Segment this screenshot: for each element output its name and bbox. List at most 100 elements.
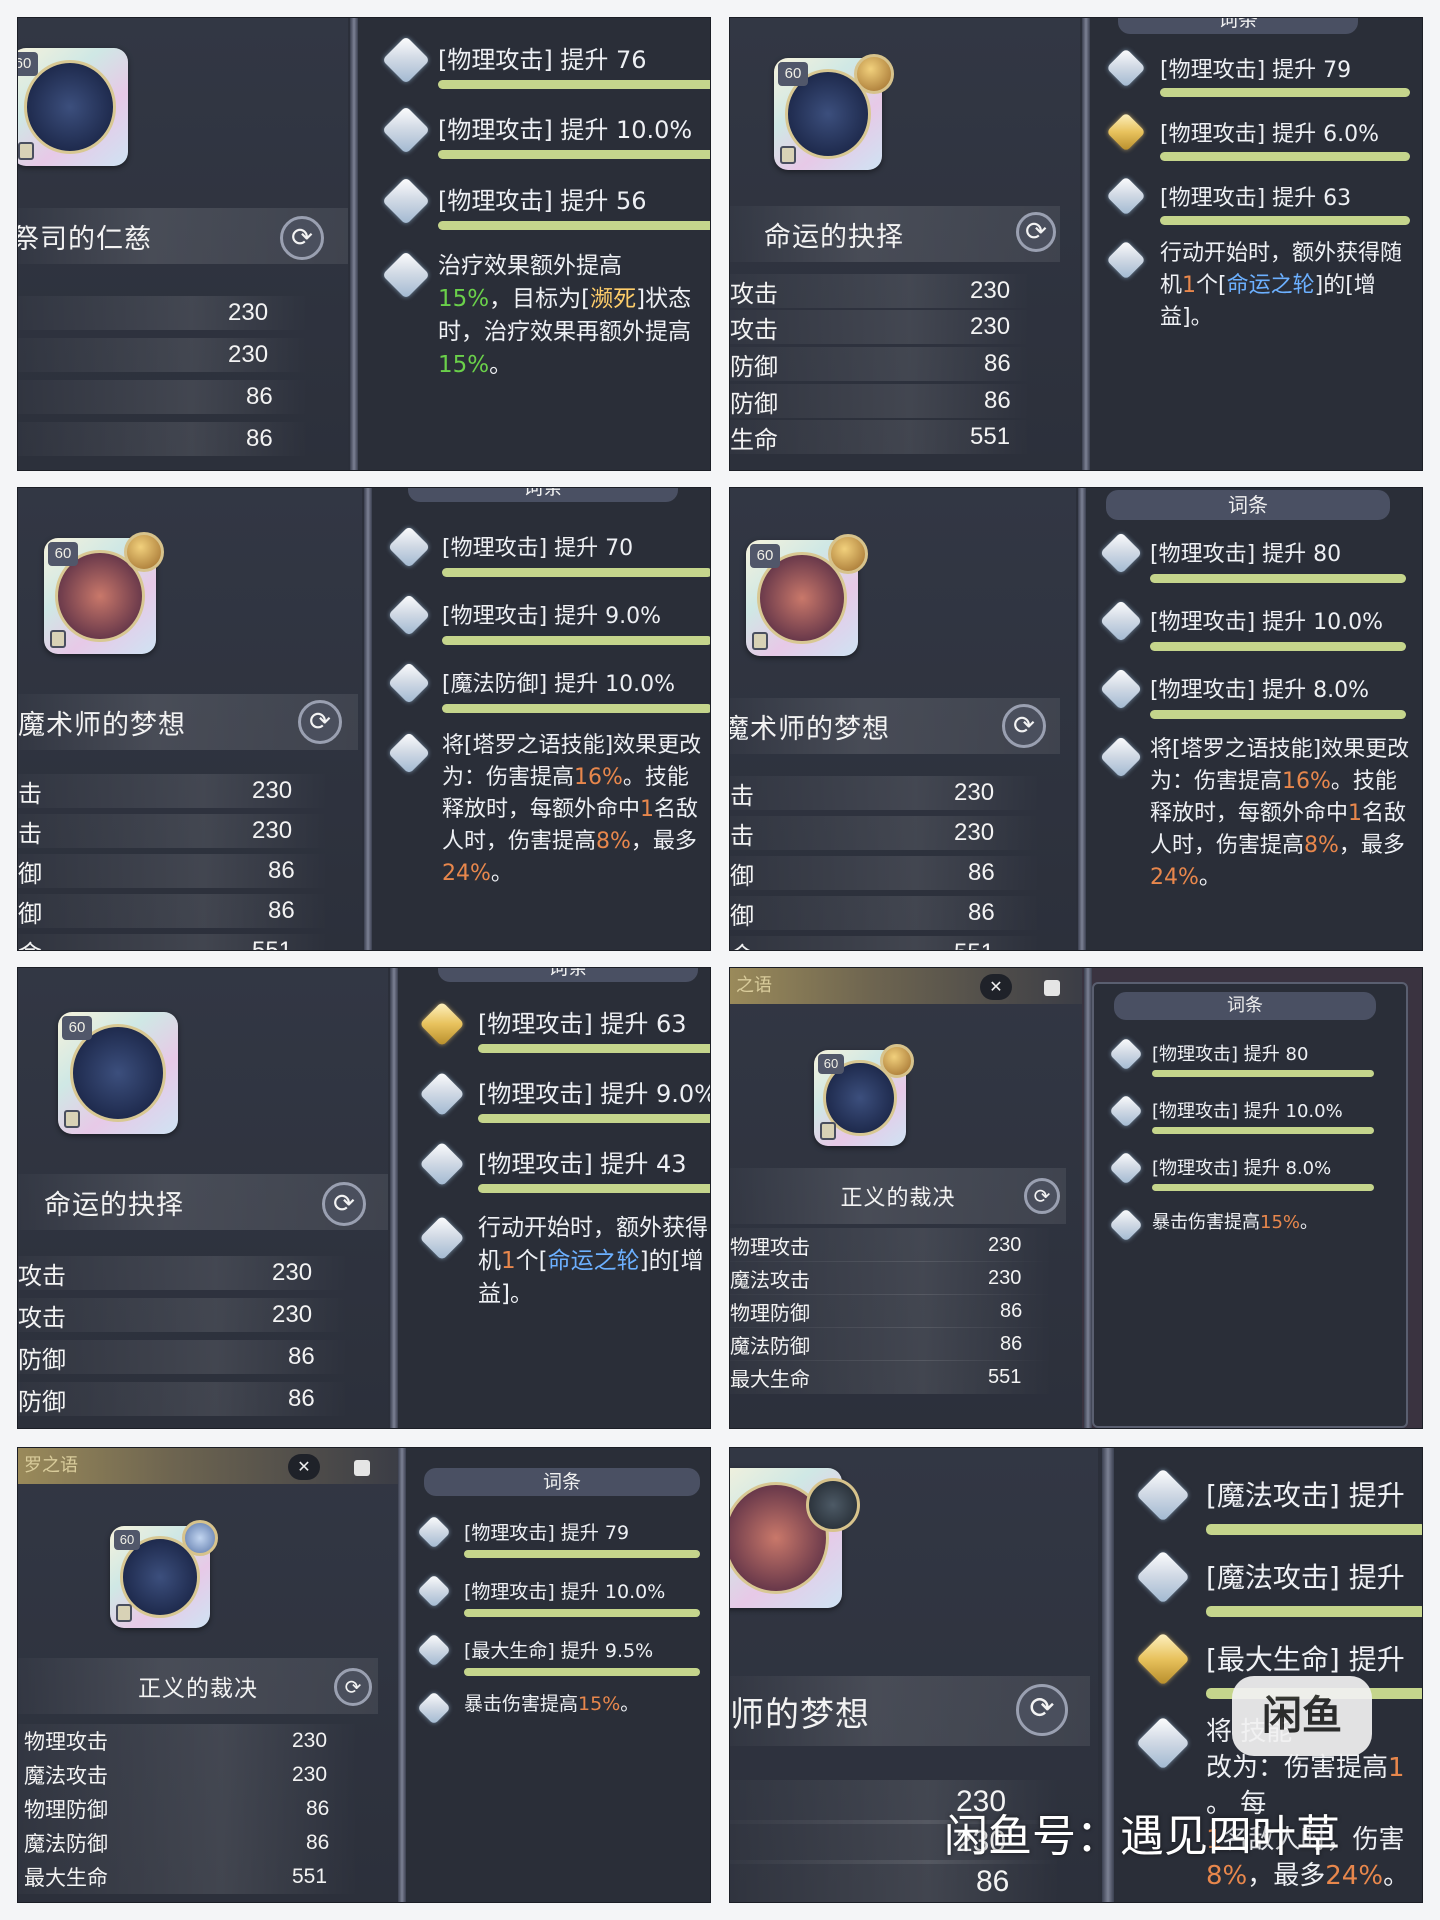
character-avatar [828,534,868,574]
affix-bar [442,704,710,713]
affix-bar [1150,642,1406,651]
lock-icon [18,142,34,160]
affix-bar [478,1184,710,1193]
affix-bar [1152,1070,1374,1077]
affix-gem-icon [387,731,431,775]
lock-icon [50,630,66,648]
stat-row: 御 86 [730,896,1040,930]
panel-7: 罗之语 ✕ 60 正义的裁决 ⟳ 物理攻击 230 魔法攻击 230 物理防御 86 … [18,1448,710,1902]
affix-bar [1206,1606,1422,1617]
character-avatar [124,532,164,572]
affix-description: 治疗效果额外提高 15%，目标为[濒死]状态 时，治疗效果再额外提高 15%。 [438,253,692,378]
stat-row: 击 230 [730,816,1040,850]
item-name: 祭司的仁慈 [18,223,152,255]
affix-gem-icon [1106,112,1146,152]
affix-header-tab: 词条 [438,968,698,982]
affix-description: 将[塔罗之语技能]效果更改为：伤害提高16%。技能释放时，每额外命中1名敌人时，… [1150,737,1410,890]
panel-2: 60 命运的抉择 ⟳ 攻击 230 攻击 230 防御 86 防御 86 生命 551 词… [730,18,1422,470]
item-name: 命运的抉择 [44,1189,184,1221]
affix-bar [478,1114,710,1123]
panel-divider [1084,968,1092,1428]
affix-gem-icon [1136,1716,1190,1770]
affix-gem-icon [387,593,431,637]
item-info: 60 命运的抉择 ⟳ 攻击 230 攻击 230 防御 86 防御 86 [18,968,388,1428]
item-info: 之语 ✕ 60 正义的裁决 ⟳ 物理攻击 230 魔法攻击 230 物理防御 86 魔… [730,968,1082,1428]
affix-bar [464,1550,700,1558]
refresh-button[interactable]: ⟳ [1016,212,1056,252]
affix-description: 将[塔罗之语技能]效果更改为：伤害提高16%。技能释放时，每额外命中1名敌人时，… [442,733,702,886]
affix-gem-icon [1109,1037,1143,1071]
affix-line: [物理攻击] 提升 79 [464,1522,630,1544]
stat-row: 防御 86 [730,347,1030,381]
stat-row: 魔法防御 86 [730,1327,1052,1361]
affix-gem-icon [381,250,431,300]
affix-line: [物理攻击] 提升 9.0% [478,1080,710,1108]
item-name: 师的梦想 [730,1694,870,1735]
affix-line: [物理攻击] 提升 10.0% [1150,610,1384,635]
item-card[interactable]: 60 [58,1012,178,1134]
stat-row: 86 [18,380,308,414]
panel-divider [350,18,358,470]
character-avatar [182,1520,218,1556]
panel-4: 60 魔术师的梦想 ⟳ 击230 击230 御86 御86 命551 词条 [物… [730,488,1422,950]
affix-line: [物理攻击] 提升 63 [478,1010,687,1038]
stat-row: 防御 86 [18,1340,348,1374]
stat-row: 230 [18,296,308,330]
refresh-button[interactable]: ⟳ [1016,1684,1068,1736]
affix-line: [最大生命] 提升 9.5% [464,1640,654,1662]
affix-gem-icon [1109,1208,1143,1242]
item-info: 60 祭司的仁慈 ⟳ 230 230 86 86 [18,18,348,470]
affix-bar [1152,1184,1374,1191]
affix-line: [物理攻击] 提升 8.0% [1150,678,1370,703]
affix-line: [魔法攻击] 提升 [1206,1561,1405,1594]
affix-gem-icon [419,1215,465,1261]
level-badge: 60 [18,52,38,76]
affix-gem-icon [1106,240,1146,280]
close-icon[interactable]: ✕ [980,974,1012,1000]
refresh-button[interactable]: ⟳ [1024,1178,1060,1214]
affix-line: [物理攻击] 提升 10.0% [438,116,693,144]
affix-bar [438,80,710,89]
stat-row: 86 [730,1860,1060,1902]
refresh-button[interactable]: ⟳ [322,1182,366,1226]
refresh-button[interactable]: ⟳ [298,700,342,744]
affix-line: [物理攻击] 提升 76 [438,46,647,74]
close-icon[interactable]: ✕ [288,1454,320,1480]
stat-row: 击 230 [18,774,328,808]
panel-6: 之语 ✕ 60 正义的裁决 ⟳ 物理攻击 230 魔法攻击 230 物理防御 86 魔… [730,968,1422,1428]
panel-divider [390,968,398,1428]
affix-bar [464,1668,700,1676]
affix-bar [1150,574,1406,583]
stat-row: 物理攻击 230 [18,1724,358,1758]
character-avatar [806,1478,860,1532]
item-tag-bar: 罗之语 [18,1448,398,1484]
item-card[interactable]: 60 [18,48,128,166]
refresh-button[interactable]: ⟳ [1002,704,1046,748]
affix-line: [物理攻击] 提升 70 [442,536,634,561]
affix-line: [物理攻击] 提升 56 [438,187,647,215]
affix-header-tab: 词条 [424,1468,700,1496]
affix-line: [物理攻击] 提升 6.0% [1160,122,1380,147]
item-info: 60 魔术师的梦想 ⟳ 击230 击230 御86 御86 命551 [18,488,362,950]
lock-toggle-icon[interactable] [1044,980,1060,996]
stat-row: 攻击 230 [730,274,1030,308]
affix-gem-icon [1136,1632,1190,1686]
affix-line: [物理攻击] 提升 8.0% [1152,1158,1332,1179]
refresh-button[interactable]: ⟳ [280,216,324,260]
affix-gem-icon [1099,531,1143,575]
refresh-button[interactable]: ⟳ [334,1668,372,1706]
affix-list: 词条 [物理攻击] 提升 79 [物理攻击] 提升 10.0% [最大生命] 提… [406,1448,710,1902]
item-name: 正义的裁决 [138,1676,258,1702]
level-badge: 60 [62,1016,92,1040]
stat-row: 最大生命 551 [18,1860,358,1894]
panel-5: 60 命运的抉择 ⟳ 攻击230 攻击230 防御86 防御86 词条 [物理攻… [18,968,710,1428]
affix-header-tab: 词条 [1118,18,1358,34]
lock-icon [64,1110,80,1128]
affix-gem-icon [417,1574,451,1608]
affix-line: [物理攻击] 提升 10.0% [1152,1101,1343,1122]
lock-toggle-icon[interactable] [354,1460,370,1476]
affix-gem-icon [381,35,431,85]
stat-row: 防御 86 [18,1382,348,1416]
stat-row: 魔法攻击 230 [18,1758,358,1792]
affix-line: [物理攻击] 提升 63 [1160,186,1352,211]
